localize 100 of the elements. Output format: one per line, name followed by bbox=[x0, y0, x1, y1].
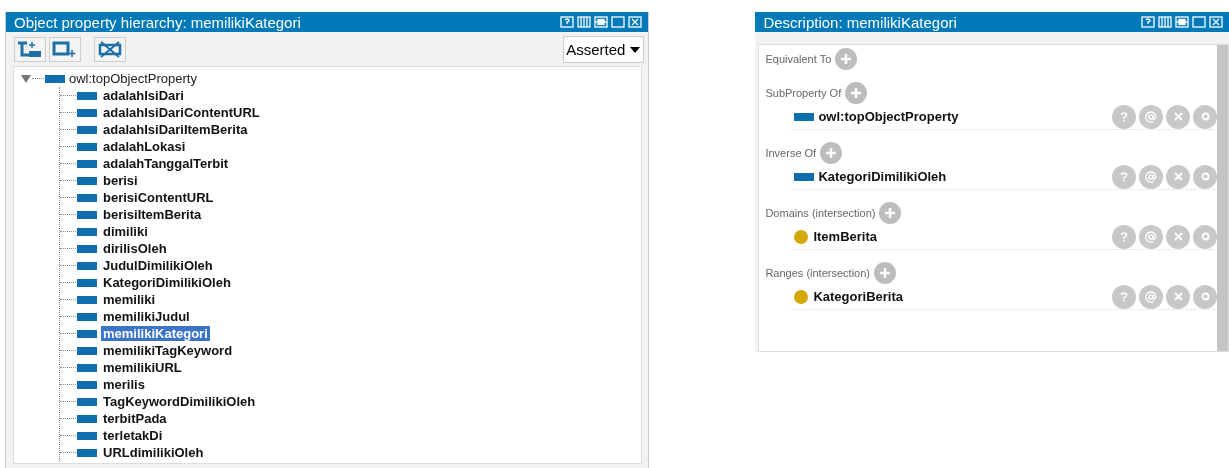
question-icon bbox=[1120, 171, 1128, 182]
ring-icon bbox=[1200, 172, 1210, 181]
plus-icon bbox=[826, 148, 837, 158]
window-controls-icon[interactable] bbox=[560, 16, 643, 28]
question-icon bbox=[1120, 291, 1128, 302]
tree-item[interactable]: memilikiURL bbox=[101, 360, 184, 375]
edit-button[interactable] bbox=[1193, 284, 1217, 309]
edit-button[interactable] bbox=[1193, 104, 1217, 129]
close-icon bbox=[1173, 172, 1183, 181]
property-icon bbox=[794, 172, 815, 181]
annotate-button[interactable] bbox=[1139, 164, 1163, 189]
property-icon bbox=[77, 261, 97, 270]
add-button[interactable] bbox=[835, 48, 858, 70]
tree-item[interactable]: berisiContentURL bbox=[101, 190, 216, 205]
delete-button[interactable] bbox=[1166, 284, 1190, 309]
at-sign-icon bbox=[1145, 290, 1157, 303]
tree-item[interactable]: JudulDimilikiOleh bbox=[101, 258, 215, 273]
caret-icon bbox=[630, 46, 641, 53]
property-icon bbox=[45, 74, 65, 83]
property-icon bbox=[77, 91, 97, 100]
property-icon bbox=[794, 112, 815, 121]
add-child-icon bbox=[17, 41, 43, 58]
property-icon bbox=[77, 431, 97, 440]
property-icon bbox=[77, 108, 97, 117]
delete-button[interactable] bbox=[1166, 104, 1190, 129]
class-icon bbox=[794, 289, 809, 304]
add-button[interactable] bbox=[874, 262, 896, 284]
ring-icon bbox=[1200, 112, 1210, 121]
annotate-button[interactable] bbox=[1139, 104, 1163, 129]
panel-title: Description: memilikiKategori bbox=[763, 13, 958, 31]
property-icon bbox=[77, 295, 97, 304]
tree-item[interactable]: adalahIsiDari bbox=[101, 88, 186, 103]
add-button[interactable] bbox=[845, 82, 868, 104]
tree-item[interactable]: terbitPada bbox=[101, 411, 169, 426]
property-icon bbox=[77, 448, 97, 457]
help-button[interactable] bbox=[1112, 164, 1136, 189]
tree-item[interactable]: adalahIsiDariContentURL bbox=[101, 105, 262, 120]
mode-dropdown[interactable]: Asserted bbox=[563, 36, 645, 63]
tree-item[interactable]: memiliki bbox=[101, 292, 158, 307]
ring-icon bbox=[1200, 292, 1210, 301]
tree-item[interactable]: berisiItemBerita bbox=[101, 207, 204, 222]
annotate-button[interactable] bbox=[1139, 224, 1163, 249]
help-button[interactable] bbox=[1112, 104, 1136, 129]
annotate-button[interactable] bbox=[1139, 284, 1163, 309]
tree-item[interactable]: memilikiKategori bbox=[101, 326, 210, 341]
tree-item[interactable]: memilikiTagKeyword bbox=[101, 343, 235, 358]
add-subproperty-button[interactable] bbox=[14, 37, 46, 62]
entry-label[interactable]: KategoriDimilikiOleh bbox=[818, 169, 947, 184]
question-icon bbox=[1120, 111, 1128, 122]
entry-label[interactable]: KategoriBerita bbox=[813, 289, 903, 304]
property-icon bbox=[77, 414, 97, 423]
at-sign-icon bbox=[1145, 110, 1157, 123]
delete-property-button[interactable] bbox=[94, 37, 126, 62]
tree-item[interactable]: owl:topObjectProperty bbox=[69, 71, 197, 86]
tree-item[interactable]: terletakDi bbox=[101, 428, 165, 443]
property-icon bbox=[77, 244, 97, 253]
property-icon bbox=[77, 159, 97, 168]
close-icon bbox=[1173, 292, 1183, 301]
tree-item[interactable]: dirilisOleh bbox=[101, 241, 169, 256]
property-icon bbox=[77, 312, 97, 321]
property-icon bbox=[77, 397, 97, 406]
tree-item[interactable]: adalahIsiDariItemBerita bbox=[101, 122, 250, 137]
tree-item[interactable]: merilis bbox=[101, 377, 147, 392]
tree-item[interactable]: memilikiJudul bbox=[101, 309, 192, 324]
edit-button[interactable] bbox=[1193, 224, 1217, 249]
tree-item[interactable]: URLdimilikiOleh bbox=[101, 445, 206, 460]
delete-button[interactable] bbox=[1166, 164, 1190, 189]
property-icon bbox=[77, 329, 97, 338]
tree-item[interactable]: adalahLokasi bbox=[101, 139, 188, 154]
property-icon bbox=[77, 227, 97, 236]
property-icon bbox=[77, 278, 97, 287]
entry-label[interactable]: ItemBerita bbox=[813, 229, 877, 244]
plus-icon bbox=[841, 54, 852, 64]
add-button[interactable] bbox=[879, 202, 902, 224]
property-icon bbox=[77, 142, 97, 151]
add-button[interactable] bbox=[820, 142, 843, 164]
property-icon bbox=[77, 380, 97, 389]
tree-item[interactable]: adalahTanggalTerbit bbox=[101, 156, 231, 171]
window-controls-icon[interactable] bbox=[1141, 16, 1223, 28]
section-label: Domains (intersection) bbox=[765, 207, 876, 219]
tree-item[interactable]: dimiliki bbox=[101, 224, 150, 239]
tree-item[interactable]: berisi bbox=[101, 173, 140, 188]
tree-item[interactable]: TagKeywordDimilikiOleh bbox=[101, 394, 258, 409]
delete-button[interactable] bbox=[1166, 224, 1190, 249]
help-button[interactable] bbox=[1112, 284, 1136, 309]
tree-item[interactable]: KategoriDimilikiOleh bbox=[101, 275, 233, 290]
class-icon bbox=[794, 229, 809, 244]
close-icon bbox=[1173, 112, 1183, 121]
section-label: SubProperty Of bbox=[765, 87, 842, 99]
scrollbar[interactable] bbox=[1217, 45, 1228, 351]
section-label: Inverse Of bbox=[765, 147, 817, 159]
crossed-link-icon bbox=[97, 41, 123, 58]
ring-icon bbox=[1200, 232, 1210, 241]
help-button[interactable] bbox=[1112, 224, 1136, 249]
at-sign-icon bbox=[1145, 170, 1157, 183]
entry-label[interactable]: owl:topObjectProperty bbox=[818, 109, 959, 124]
edit-button[interactable] bbox=[1193, 164, 1217, 189]
property-icon bbox=[77, 176, 97, 185]
expanded-triangle-icon[interactable] bbox=[21, 74, 31, 83]
add-sibling-button[interactable] bbox=[49, 37, 81, 62]
